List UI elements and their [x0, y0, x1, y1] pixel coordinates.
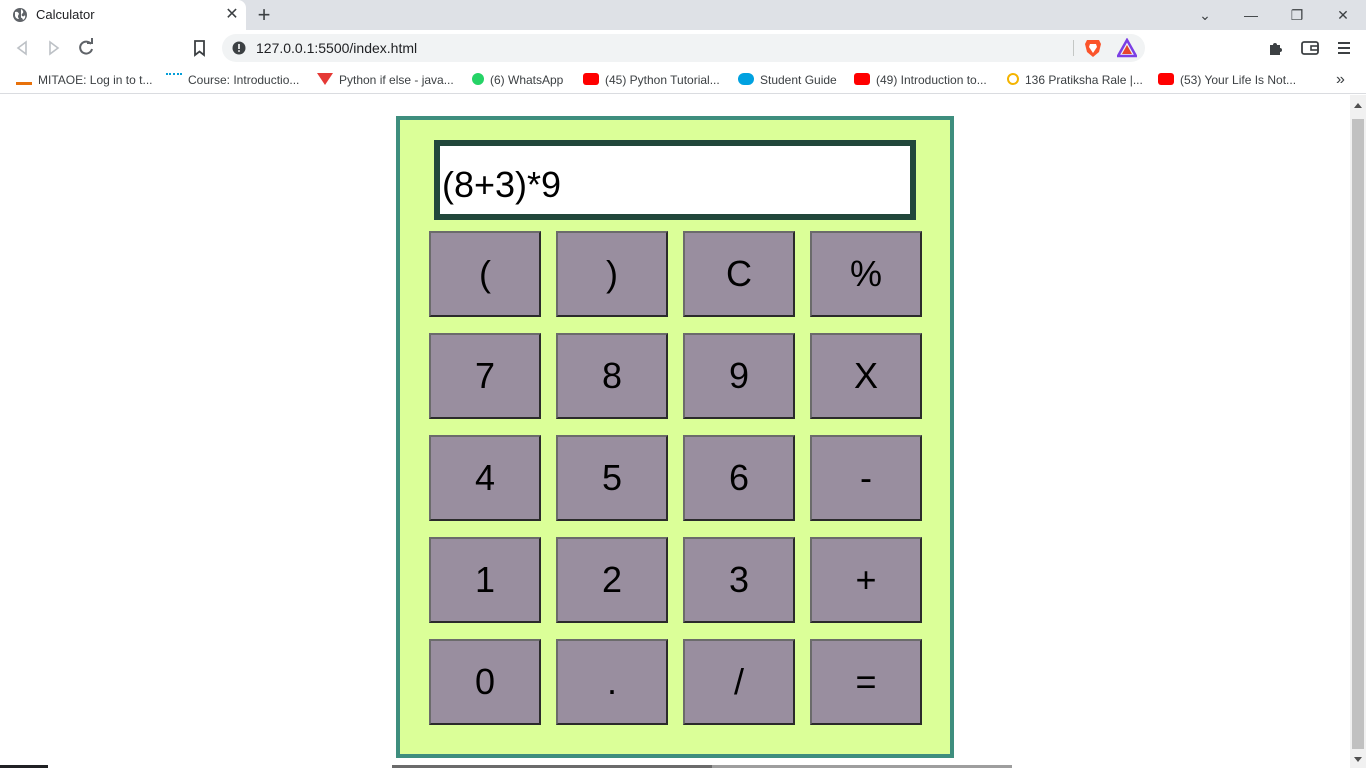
tab-calculator[interactable]: Calculator ✕ [0, 0, 246, 30]
bookmark-item[interactable]: 136 Pratiksha Rale |... [1007, 71, 1143, 89]
new-tab-button[interactable]: + [252, 3, 276, 27]
youtube-icon [854, 73, 870, 85]
forward-icon[interactable] [42, 36, 66, 60]
bookmarks-bar: MITAOE: Log in to t... Course: Introduct… [0, 66, 1366, 94]
key-9[interactable]: 9 [683, 333, 795, 419]
reload-icon[interactable] [74, 36, 98, 60]
brave-rewards-icon[interactable] [1117, 38, 1137, 58]
salesforce-icon [738, 73, 754, 85]
bookmark-item[interactable]: (53) Your Life Is Not... [1158, 71, 1296, 89]
youtube-icon [583, 73, 599, 85]
bookmark-item[interactable]: (6) WhatsApp [472, 71, 563, 89]
bookmark-label: Course: Introductio... [188, 73, 300, 87]
bookmark-label: (6) WhatsApp [490, 73, 564, 87]
key-4[interactable]: 4 [429, 435, 541, 521]
bookmark-label: (53) Your Life Is Not... [1180, 73, 1297, 87]
calculator: (8+3)*9 ( ) C % 7 8 9 X 4 5 6 - 1 2 3 + … [396, 116, 954, 758]
close-tab-icon[interactable]: ✕ [222, 5, 242, 25]
globe-icon [13, 8, 27, 22]
key-percent[interactable]: % [810, 231, 922, 317]
calculator-display[interactable]: (8+3)*9 [434, 140, 916, 220]
more-bookmarks-icon[interactable]: » [1336, 71, 1345, 89]
scroll-thumb[interactable] [1352, 119, 1364, 749]
bookmark-label: MITAOE: Log in to t... [38, 73, 153, 87]
bookmark-label: 136 Pratiksha Rale |... [1025, 73, 1143, 87]
extensions-icon[interactable] [1264, 36, 1288, 60]
mitaoe-icon [16, 73, 32, 85]
key-6[interactable]: 6 [683, 435, 795, 521]
bookmark-item[interactable]: (45) Python Tutorial... [583, 71, 720, 89]
key-equals[interactable]: = [810, 639, 922, 725]
key-7[interactable]: 7 [429, 333, 541, 419]
divider [1073, 40, 1074, 56]
key-multiply[interactable]: X [810, 333, 922, 419]
bookmark-item[interactable]: Course: Introductio... [166, 71, 299, 89]
bookmark-label: (49) Introduction to... [876, 73, 987, 87]
key-open-paren[interactable]: ( [429, 231, 541, 317]
bookmark-label: (45) Python Tutorial... [605, 73, 720, 87]
key-close-paren[interactable]: ) [556, 231, 668, 317]
bookmark-label: Student Guide [760, 73, 837, 87]
cisco-icon [166, 73, 182, 85]
address-bar[interactable]: 127.0.0.1:5500/index.html [222, 34, 1145, 62]
menu-icon[interactable] [1332, 36, 1356, 60]
key-clear[interactable]: C [683, 231, 795, 317]
key-2[interactable]: 2 [556, 537, 668, 623]
back-icon[interactable] [10, 36, 34, 60]
bookmark-item[interactable]: Student Guide [738, 71, 837, 89]
bookmark-item[interactable]: MITAOE: Log in to t... [16, 71, 153, 89]
tab-title: Calculator [36, 7, 95, 22]
minimize-button[interactable]: — [1228, 0, 1274, 30]
wallet-icon[interactable] [1298, 36, 1322, 60]
scroll-down-arrow-icon[interactable] [1354, 757, 1362, 762]
url-text: 127.0.0.1:5500/index.html [256, 40, 418, 56]
bookmark-item[interactable]: Python if else - java... [317, 71, 454, 89]
key-minus[interactable]: - [810, 435, 922, 521]
key-divide[interactable]: / [683, 639, 795, 725]
key-0[interactable]: 0 [429, 639, 541, 725]
page-scrollbar[interactable] [1350, 95, 1366, 768]
bookmark-icon[interactable] [188, 36, 212, 60]
tab-strip: Calculator ✕ + ⌄ — ❐ ✕ [0, 0, 1366, 30]
key-plus[interactable]: + [810, 537, 922, 623]
bookmark-item[interactable]: (49) Introduction to... [854, 71, 987, 89]
cloud-icon [1007, 73, 1019, 85]
key-8[interactable]: 8 [556, 333, 668, 419]
key-3[interactable]: 3 [683, 537, 795, 623]
page-viewport: (8+3)*9 ( ) C % 7 8 9 X 4 5 6 - 1 2 3 + … [0, 95, 1350, 768]
scroll-up-arrow-icon[interactable] [1354, 103, 1362, 108]
close-window-button[interactable]: ✕ [1320, 0, 1366, 30]
display-value: (8+3)*9 [442, 164, 562, 205]
key-5[interactable]: 5 [556, 435, 668, 521]
info-icon[interactable] [232, 41, 246, 55]
restore-button[interactable]: ❐ [1274, 0, 1320, 30]
youtube-icon [1158, 73, 1174, 85]
brave-shields-icon[interactable] [1084, 38, 1102, 58]
v-logo-icon [317, 73, 333, 85]
browser-toolbar: 127.0.0.1:5500/index.html [0, 30, 1366, 66]
key-1[interactable]: 1 [429, 537, 541, 623]
whatsapp-icon [472, 73, 484, 85]
tab-search-icon[interactable]: ⌄ [1182, 0, 1228, 30]
key-decimal[interactable]: . [556, 639, 668, 725]
bookmark-label: Python if else - java... [339, 73, 454, 87]
